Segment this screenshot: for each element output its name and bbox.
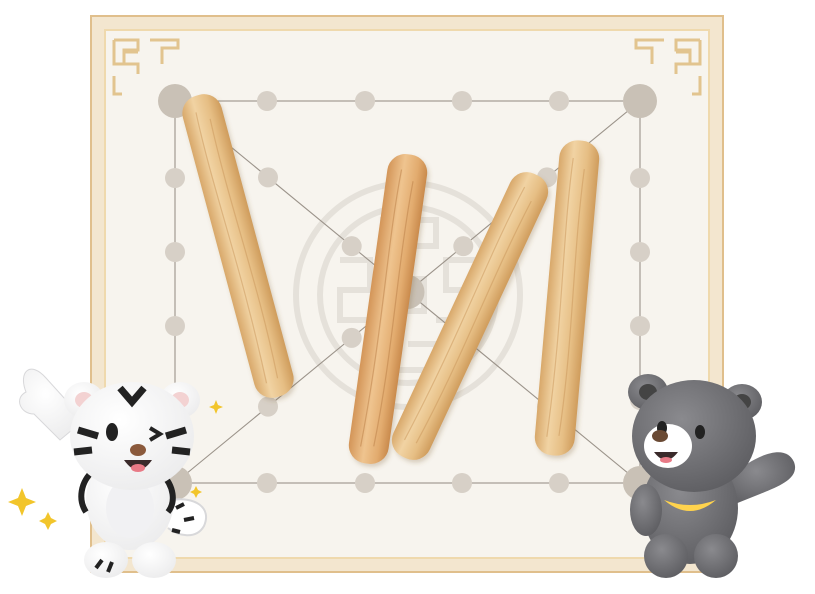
board-node-start[interactable]	[160, 86, 190, 116]
board-node[interactable]	[165, 242, 185, 262]
board-node[interactable]	[258, 167, 278, 188]
board-node-corner[interactable]	[625, 86, 655, 116]
board-node[interactable]	[549, 473, 569, 493]
board-node[interactable]	[452, 473, 472, 493]
board-node[interactable]	[165, 316, 185, 336]
corner-ornament-icon	[112, 38, 702, 96]
board-node[interactable]	[453, 236, 474, 257]
board-node[interactable]	[355, 91, 375, 111]
board-node[interactable]	[258, 396, 278, 417]
board-node[interactable]	[257, 473, 277, 493]
board-node[interactable]	[630, 316, 650, 336]
black-bear-mascot	[628, 374, 796, 578]
yut-game-scene	[0, 0, 815, 594]
yut-stick-1[interactable]	[178, 90, 297, 402]
board-node[interactable]	[355, 473, 375, 493]
board-node[interactable]	[341, 327, 362, 348]
board-node[interactable]	[257, 91, 277, 111]
yut-sticks	[178, 90, 600, 464]
board-node-center[interactable]	[393, 277, 423, 307]
board-node[interactable]	[630, 242, 650, 262]
board-node[interactable]	[630, 168, 650, 188]
board-node[interactable]	[549, 91, 569, 111]
board-node[interactable]	[452, 91, 472, 111]
board-node[interactable]	[165, 168, 185, 188]
board-node[interactable]	[341, 236, 362, 257]
